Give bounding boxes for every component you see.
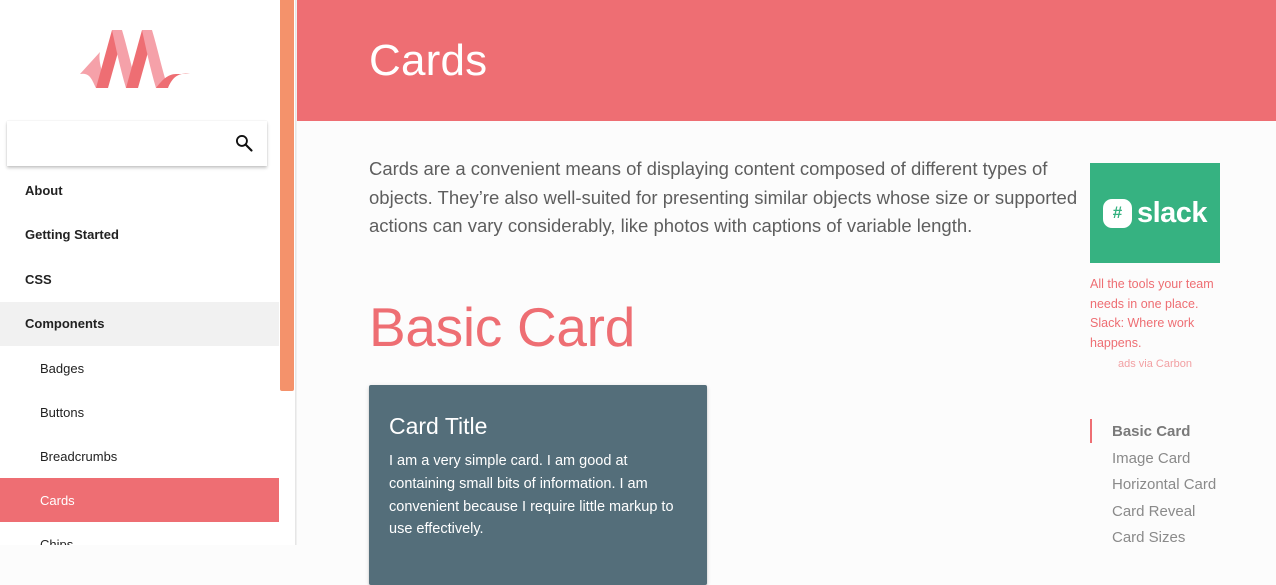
sidebar-subitem-label: Buttons [40, 404, 85, 420]
search-icon[interactable] [234, 133, 254, 153]
sidebar-subitem-label: Cards [40, 492, 75, 508]
card-title: Card Title [389, 413, 488, 439]
sidebar-subitem-cards[interactable]: Cards [0, 478, 279, 522]
ad-brand: slack [1136, 196, 1208, 229]
toc-item-image-card[interactable]: Image Card [1090, 445, 1276, 472]
intro-paragraph: Cards are a convenient means of displayi… [369, 158, 1078, 237]
sidebar-item-label: About [25, 182, 63, 198]
toc-item-horizontal-card[interactable]: Horizontal Card [1090, 472, 1276, 499]
sidebar-subitem-chips[interactable]: Chips [0, 522, 279, 546]
card-text: I am a very simple card. I am good at co… [389, 453, 674, 538]
sidebar-subitem-buttons[interactable]: Buttons [0, 390, 279, 434]
sidebar-item-label: Getting Started [25, 227, 119, 243]
toc-item-card-reveal[interactable]: Card Reveal [1090, 498, 1276, 525]
section-title: Basic Card [369, 296, 635, 358]
ad-image[interactable]: # slack [1090, 163, 1220, 263]
page-title: Cards [369, 36, 488, 85]
materialize-logo[interactable] [80, 30, 192, 88]
search-input[interactable] [7, 121, 222, 166]
sidebar-subitem-label: Chips [40, 536, 74, 546]
sidebar-scrollbar-thumb[interactable] [280, 0, 294, 391]
carbon-ad: # slack All the tools your team needs in… [1090, 163, 1225, 370]
toc-item-card-sizes[interactable]: Card Sizes [1090, 525, 1276, 552]
sidebar-subitem-label: Badges [40, 360, 85, 376]
slack-logo-icon: # [1102, 198, 1132, 228]
sidebar-subitem-label: Breadcrumbs [40, 448, 118, 464]
sidebar-nav: About Getting Started CSS Components Bad… [0, 168, 279, 545]
sidebar-subitem-badges[interactable]: Badges [0, 346, 279, 390]
search-box [7, 121, 267, 166]
ad-via-link[interactable]: ads via Carbon [1090, 358, 1220, 370]
ad-text[interactable]: All the tools your team needs in one pla… [1090, 275, 1225, 353]
basic-card: Card Title I am a very simple card. I am… [369, 385, 707, 585]
sidebar: About Getting Started CSS Components Bad… [0, 0, 279, 545]
sidebar-item-about[interactable]: About [0, 168, 279, 213]
sidebar-item-label: CSS [25, 271, 52, 287]
sidebar-item-getting-started[interactable]: Getting Started [0, 213, 279, 258]
sidebar-subitem-breadcrumbs[interactable]: Breadcrumbs [0, 434, 279, 478]
sidebar-item-components[interactable]: Components [0, 301, 279, 346]
toc-item-basic-card[interactable]: Basic Card [1090, 419, 1276, 443]
page-header: Cards [297, 0, 1276, 121]
sidebar-item-label: Components [25, 316, 105, 332]
table-of-contents: Basic Card Image Card Horizontal Card Ca… [1090, 419, 1276, 551]
sidebar-item-css[interactable]: CSS [0, 257, 279, 302]
